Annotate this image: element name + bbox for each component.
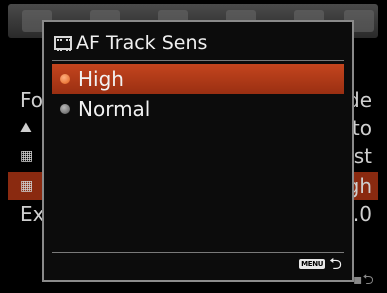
menu-button-icon: MENU [299,259,326,269]
radio-unselected-icon [60,104,70,114]
dialog-title-text: AF Track Sens [76,32,208,54]
footer-divider [52,252,344,253]
title-divider [52,60,344,61]
af-track-sens-dialog: AF Track Sens High Normal MENU ⮌ [42,20,354,282]
film-icon: ▦ [20,178,34,194]
film-icon: ▦ [20,148,34,164]
picture-effect-icon: ⛰ [20,120,32,136]
menu-back-hint[interactable]: MENU ⮌ [299,256,342,272]
dialog-title: AF Track Sens [54,28,207,58]
back-arrow-icon: ⮌ [329,254,342,273]
option-high[interactable]: High [52,64,344,94]
option-normal[interactable]: Normal [52,94,344,124]
option-label: Normal [78,97,151,121]
movie-film-icon [54,36,72,51]
radio-selected-icon [60,74,70,84]
back-icon: ▪⮌ [353,272,374,288]
option-label: High [78,67,124,91]
